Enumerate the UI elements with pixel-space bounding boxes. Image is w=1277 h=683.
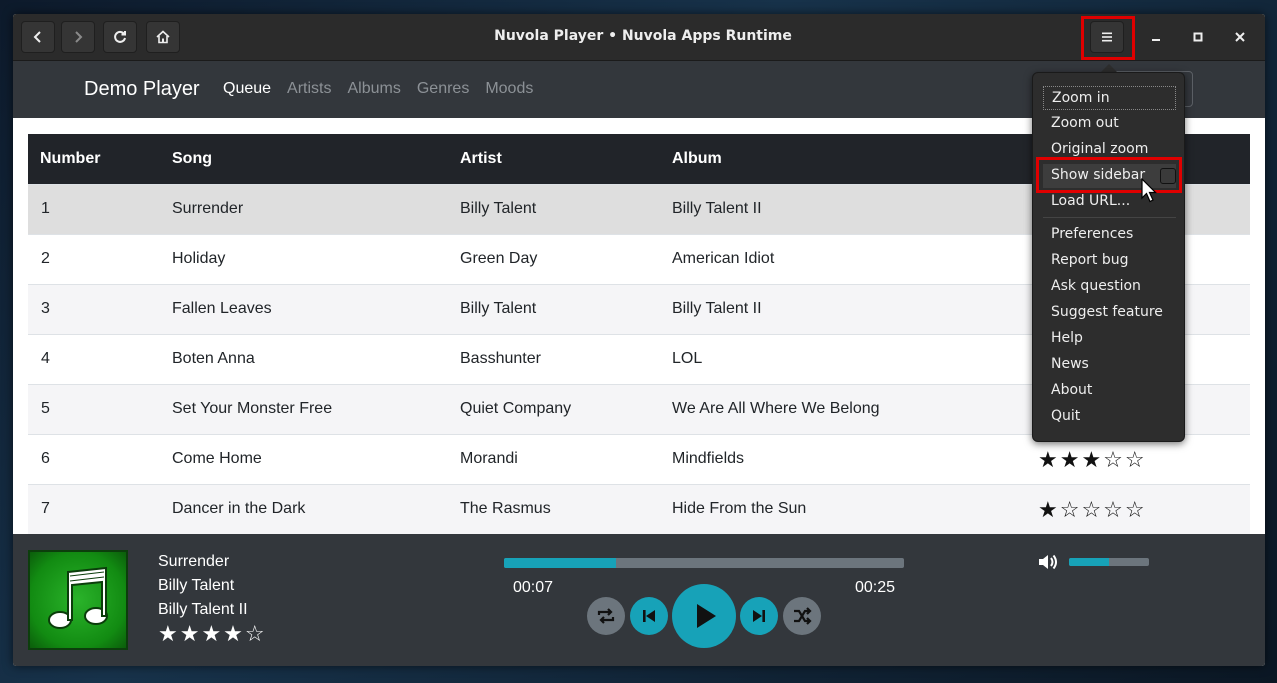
cell-number: 5: [41, 400, 50, 417]
maximize-icon: [1193, 32, 1203, 42]
forward-button[interactable]: [61, 21, 95, 53]
menu-item-quit[interactable]: Quit: [1043, 405, 1176, 429]
now-playing-song: Surrender: [158, 553, 230, 570]
close-icon: [1235, 32, 1245, 42]
minimize-button[interactable]: [1144, 25, 1168, 49]
skip-previous-icon: [643, 610, 655, 622]
now-playing-rating[interactable]: ★★★★☆: [158, 622, 267, 647]
next-button[interactable]: [740, 597, 778, 635]
nav-link-artists[interactable]: Artists: [287, 80, 331, 98]
cell-artist: Green Day: [460, 250, 538, 267]
cell-artist: Quiet Company: [460, 400, 572, 417]
menu-item-zoom-in[interactable]: Zoom in: [1043, 86, 1176, 110]
reload-icon: [114, 30, 126, 43]
cell-song: Holiday: [172, 250, 226, 267]
shuffle-button[interactable]: [783, 597, 821, 635]
header-artist: Artist: [460, 150, 502, 167]
maximize-button[interactable]: [1186, 25, 1210, 49]
cell-artist: Morandi: [460, 450, 518, 467]
cell-song: Come Home: [172, 450, 262, 467]
cell-artist: Basshunter: [460, 350, 541, 367]
home-icon: [156, 30, 170, 44]
cell-album: Billy Talent II: [672, 300, 762, 317]
menu-item-report-bug[interactable]: Report bug: [1043, 249, 1176, 273]
menu-item-news[interactable]: News: [1043, 353, 1176, 377]
track-progress-fill: [504, 558, 616, 568]
total-time: 00:25: [855, 579, 896, 596]
volume-icon[interactable]: [1037, 552, 1059, 577]
cell-song: Surrender: [172, 200, 244, 217]
cell-artist: The Rasmus: [460, 500, 551, 517]
cell-number: 6: [41, 450, 50, 467]
cell-song: Dancer in the Dark: [172, 500, 306, 517]
show-sidebar-highlight: [1036, 157, 1182, 193]
back-button[interactable]: [21, 21, 55, 53]
album-art: [28, 550, 128, 650]
menu-button-highlight: [1081, 16, 1135, 60]
mouse-cursor-icon: [1141, 178, 1157, 203]
header-song: Song: [172, 150, 212, 167]
menu-item-suggest-feature[interactable]: Suggest feature: [1043, 301, 1176, 325]
nav-link-queue[interactable]: Queue: [223, 80, 271, 98]
music-note-icon: [48, 566, 108, 629]
cell-number: 7: [41, 500, 50, 517]
close-button[interactable]: [1228, 25, 1252, 49]
play-icon: [697, 604, 716, 628]
cell-number: 3: [41, 300, 50, 317]
repeat-icon: [597, 608, 615, 624]
previous-button[interactable]: [630, 597, 668, 635]
chevron-right-icon: [75, 31, 83, 43]
cell-album: Hide From the Sun: [672, 500, 807, 517]
brand-title[interactable]: Demo Player: [84, 78, 200, 101]
menu-item-about[interactable]: About: [1043, 379, 1176, 403]
play-button[interactable]: [672, 584, 736, 648]
rating-stars[interactable]: ★★★☆☆: [1038, 448, 1147, 473]
shuffle-icon: [794, 607, 812, 625]
app-menu-popover: Zoom in Zoom out Original zoom Show side…: [1032, 72, 1185, 442]
cell-album: Mindfields: [672, 450, 745, 467]
cell-album: We Are All Where We Belong: [672, 400, 880, 417]
menu-item-ask-question[interactable]: Ask question: [1043, 275, 1176, 299]
rating-stars[interactable]: ★☆☆☆☆: [1038, 498, 1147, 523]
cell-song: Fallen Leaves: [172, 300, 272, 317]
skip-next-icon: [753, 610, 765, 622]
nav-links: Queue Artists Albums Genres Moods: [223, 80, 533, 98]
cell-album: American Idiot: [672, 250, 775, 267]
reload-button[interactable]: [103, 21, 137, 53]
nav-link-moods[interactable]: Moods: [485, 80, 533, 98]
cell-number: 4: [41, 350, 50, 367]
now-playing-album: Billy Talent II: [158, 601, 248, 618]
chevron-left-icon: [33, 31, 41, 43]
cell-song: Boten Anna: [172, 350, 255, 367]
menu-item-help[interactable]: Help: [1043, 327, 1176, 351]
cell-artist: Billy Talent: [460, 300, 537, 317]
volume-slider[interactable]: [1069, 558, 1149, 566]
menu-item-zoom-out[interactable]: Zoom out: [1043, 112, 1176, 136]
nav-link-genres[interactable]: Genres: [417, 80, 469, 98]
now-playing-artist: Billy Talent: [158, 577, 235, 594]
table-row[interactable]: 7 Dancer in the Dark The Rasmus Hide Fro…: [28, 484, 1250, 534]
menu-item-preferences[interactable]: Preferences: [1043, 223, 1176, 247]
cell-number: 1: [41, 200, 50, 217]
home-button[interactable]: [146, 21, 180, 53]
cell-album: Billy Talent II: [672, 200, 762, 217]
repeat-button[interactable]: [587, 597, 625, 635]
cell-artist: Billy Talent: [460, 200, 537, 217]
elapsed-time: 00:07: [513, 579, 554, 596]
cell-song: Set Your Monster Free: [172, 400, 333, 417]
window-title: Nuvola Player • Nuvola Apps Runtime: [494, 28, 792, 44]
track-progress-bar[interactable]: [504, 558, 904, 568]
minimize-icon: [1152, 39, 1160, 41]
nav-link-albums[interactable]: Albums: [348, 80, 401, 98]
header-bar: Nuvola Player • Nuvola Apps Runtime: [13, 14, 1265, 61]
header-number: Number: [40, 150, 101, 167]
menu-separator: [1043, 217, 1176, 218]
cell-number: 2: [41, 250, 50, 267]
player-bar: Surrender Billy Talent Billy Talent II ★…: [13, 534, 1265, 666]
volume-fill: [1069, 558, 1109, 566]
header-album: Album: [672, 150, 722, 167]
cell-album: LOL: [672, 350, 703, 367]
